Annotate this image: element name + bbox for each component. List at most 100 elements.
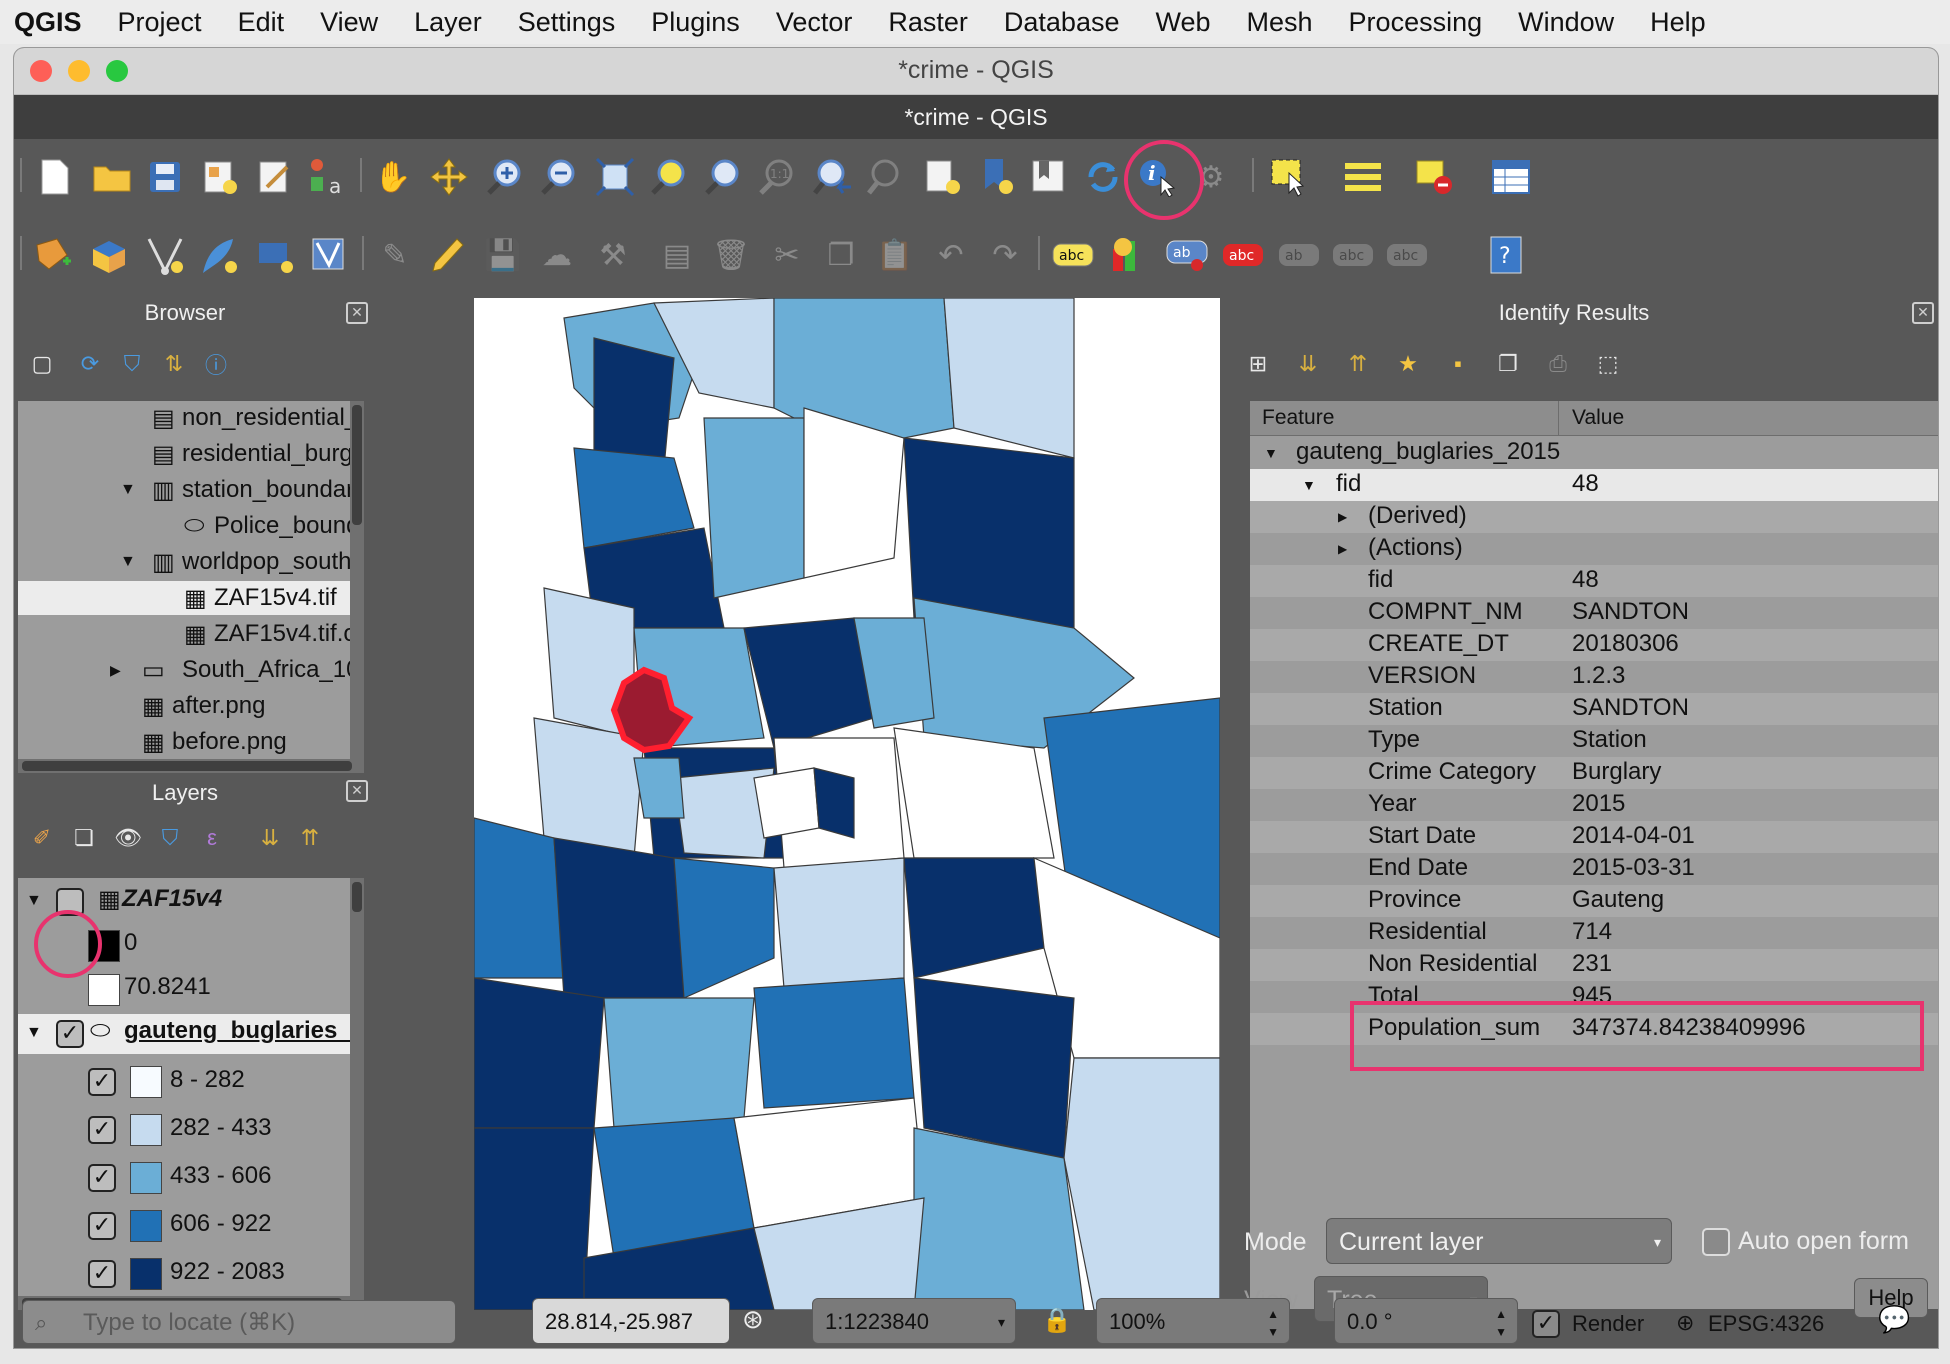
- menu-raster[interactable]: Raster: [870, 7, 986, 38]
- pan-map-icon[interactable]: ✋: [370, 154, 416, 200]
- pin-labels-icon[interactable]: ab: [1276, 232, 1322, 278]
- browser-collapse-icon[interactable]: ⇅: [156, 346, 192, 382]
- legend-class[interactable]: ✓ 433 - 606: [18, 1156, 364, 1200]
- open-layer-styling-icon[interactable]: ✐: [24, 820, 60, 856]
- expand-all-icon[interactable]: ⇊: [252, 820, 288, 856]
- save-layer-edits-icon[interactable]: 💾: [480, 232, 526, 278]
- browser-item[interactable]: ▦ before.png: [18, 725, 364, 759]
- print-results-icon[interactable]: ⎙: [1540, 346, 1576, 382]
- attribute-row[interactable]: Start Date 2014-04-01: [1250, 821, 1938, 853]
- attribute-row[interactable]: VERSION 1.2.3: [1250, 661, 1938, 693]
- add-vector-tile-icon[interactable]: [306, 232, 352, 278]
- map-canvas[interactable]: [474, 298, 1220, 1310]
- collapse-arrow-icon[interactable]: ▶: [110, 662, 121, 679]
- zoom-out-icon[interactable]: [536, 154, 582, 200]
- manage-visibility-icon[interactable]: 👁: [110, 820, 146, 856]
- attribute-row[interactable]: Residential 714: [1250, 917, 1938, 949]
- filter-legend-icon[interactable]: ⛉: [152, 820, 188, 856]
- browser-properties-icon[interactable]: ⓘ: [198, 346, 234, 382]
- pan-to-selection-icon[interactable]: [426, 154, 472, 200]
- locator-search-input[interactable]: ⌕ Type to locate (⌘K): [22, 1300, 456, 1344]
- show-bookmarks-icon[interactable]: [1026, 154, 1072, 200]
- add-group-icon[interactable]: ❏: [66, 820, 102, 856]
- menu-help[interactable]: Help: [1632, 7, 1724, 38]
- filter-by-expression-icon[interactable]: ε: [194, 820, 230, 856]
- browser-item[interactable]: ▦ after.png: [18, 689, 364, 723]
- class-checkbox[interactable]: ✓: [88, 1164, 116, 1192]
- menu-processing[interactable]: Processing: [1331, 7, 1501, 38]
- layer-visibility-checkbox[interactable]: ✓: [56, 1020, 84, 1048]
- browser-item[interactable]: ▶▭South_Africa_100m_P: [18, 653, 364, 687]
- class-checkbox[interactable]: ✓: [88, 1212, 116, 1240]
- menu-view[interactable]: View: [302, 7, 396, 38]
- copy-features-icon[interactable]: ❐: [818, 232, 864, 278]
- column-value[interactable]: Value: [1572, 406, 1624, 430]
- render-checkbox[interactable]: ✓: [1532, 1310, 1560, 1338]
- collapse-all-icon[interactable]: ⇈: [292, 820, 328, 856]
- zoom-in-icon[interactable]: [482, 154, 528, 200]
- menu-settings[interactable]: Settings: [500, 7, 634, 38]
- open-attribute-table-icon[interactable]: [1488, 154, 1534, 200]
- attribute-row[interactable]: Non Residential 231: [1250, 949, 1938, 981]
- zoom-native-resolution-icon[interactable]: 1:1: [754, 154, 800, 200]
- add-spatialite-icon[interactable]: [196, 232, 242, 278]
- redo-icon[interactable]: ↷: [982, 232, 1028, 278]
- rotation-spinbox[interactable]: 0.0 ° ▲ ▼: [1334, 1298, 1518, 1344]
- crs-globe-icon[interactable]: ⊕: [1676, 1310, 1694, 1336]
- browser-item-selected[interactable]: ▦ ZAF15v4.tif: [18, 581, 364, 615]
- attribute-row[interactable]: Year 2015: [1250, 789, 1938, 821]
- browser-item[interactable]: ▼ ▥ station_boundarie: [18, 473, 364, 507]
- select-features-icon[interactable]: [1266, 154, 1312, 200]
- browser-refresh-icon[interactable]: ⟳: [72, 346, 108, 382]
- browser-item[interactable]: ▦ ZAF15v4.tif.ov: [18, 617, 364, 651]
- menu-mesh[interactable]: Mesh: [1229, 7, 1331, 38]
- show-hide-labels-icon[interactable]: abc: [1330, 232, 1376, 278]
- collapse-all-results-icon[interactable]: ⇈: [1340, 346, 1376, 382]
- legend-class[interactable]: ✓ 282 - 433: [18, 1108, 364, 1152]
- add-selected-layers-icon[interactable]: ▢: [24, 346, 60, 382]
- menu-database[interactable]: Database: [986, 7, 1138, 38]
- zoom-next-icon[interactable]: [864, 154, 910, 200]
- new-project-icon[interactable]: [32, 154, 78, 200]
- browser-item[interactable]: ▼ ▥ worldpop_south_a: [18, 545, 364, 579]
- modify-attributes-icon[interactable]: ▤: [654, 232, 700, 278]
- browser-item[interactable]: ⬭ Police_bounds: [18, 509, 364, 543]
- attribute-row[interactable]: End Date 2015-03-31: [1250, 853, 1938, 885]
- legend-class[interactable]: ✓ 8 - 282: [18, 1060, 364, 1104]
- scale-select[interactable]: 1:1223840 ▾: [812, 1298, 1016, 1344]
- browser-item[interactable]: ▤ residential_burgla: [18, 437, 364, 471]
- open-project-icon[interactable]: [89, 154, 135, 200]
- diagram-tool-icon[interactable]: [1106, 232, 1152, 278]
- zoom-full-icon[interactable]: [592, 154, 638, 200]
- layers-vscroll[interactable]: [350, 878, 364, 1310]
- lock-scale-icon[interactable]: 🔒: [1042, 1306, 1072, 1335]
- expand-tree-icon[interactable]: ⊞: [1240, 346, 1276, 382]
- add-raster-layer-icon[interactable]: [86, 232, 132, 278]
- copy-results-icon[interactable]: ❐: [1490, 346, 1526, 382]
- menu-plugins[interactable]: Plugins: [633, 7, 758, 38]
- expand-arrow-icon[interactable]: ▼: [120, 481, 136, 499]
- move-label-icon[interactable]: abc: [1384, 232, 1430, 278]
- menu-web[interactable]: Web: [1137, 7, 1228, 38]
- layout-manager-icon[interactable]: [252, 154, 298, 200]
- class-checkbox[interactable]: ✓: [88, 1116, 116, 1144]
- menu-project[interactable]: Project: [100, 7, 220, 38]
- expand-arrow-icon[interactable]: ▼: [26, 892, 42, 910]
- layers-close-icon[interactable]: ✕: [346, 780, 368, 802]
- deselect-all-icon[interactable]: [1412, 154, 1458, 200]
- attribute-row[interactable]: Type Station: [1250, 725, 1938, 757]
- choropleth-map[interactable]: [474, 298, 1220, 1310]
- app-menu[interactable]: QGIS: [0, 7, 100, 38]
- change-label-icon[interactable]: abc: [1220, 232, 1266, 278]
- field-calculator-icon[interactable]: [1340, 154, 1386, 200]
- clear-results-icon[interactable]: ▪: [1440, 346, 1476, 382]
- cut-features-icon[interactable]: ✂: [764, 232, 810, 278]
- class-checkbox[interactable]: ✓: [88, 1068, 116, 1096]
- layer-row-vector[interactable]: ▼ ✓ ⬭ gauteng_buglaries_20: [18, 1014, 364, 1054]
- result-layer-row[interactable]: ▼ gauteng_buglaries_2015: [1250, 437, 1938, 469]
- identify-close-icon[interactable]: ✕: [1912, 302, 1934, 324]
- new-print-layout-icon[interactable]: [197, 154, 243, 200]
- label-tool-icon[interactable]: abc: [1050, 232, 1096, 278]
- zoom-last-icon[interactable]: [810, 154, 856, 200]
- messages-icon[interactable]: 💬: [1878, 1304, 1910, 1335]
